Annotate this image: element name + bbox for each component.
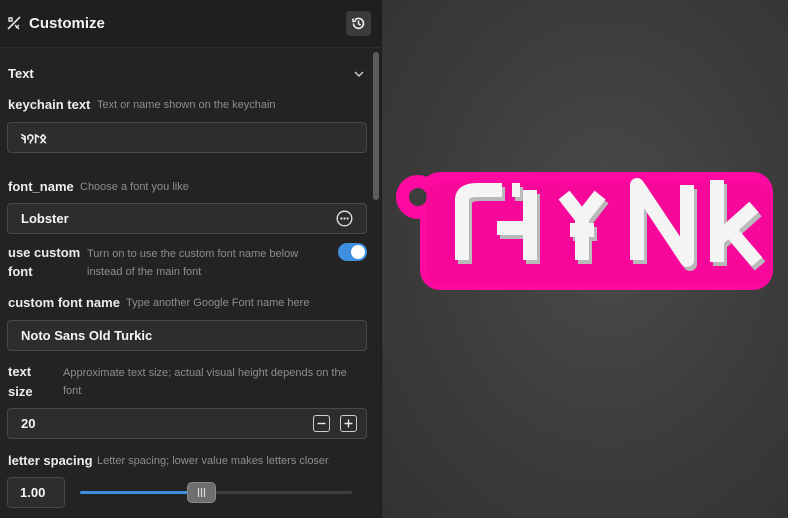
panel-scrollbar[interactable] <box>373 52 379 200</box>
font-name-value: Lobster <box>21 211 69 226</box>
grip-icon <box>197 488 206 497</box>
text-size-value: 20 <box>21 416 36 431</box>
minus-icon <box>317 422 326 425</box>
history-button[interactable] <box>346 11 371 36</box>
more-options-icon[interactable] <box>336 210 353 227</box>
custom-font-name-input[interactable]: Noto Sans Old Turkic <box>7 320 367 351</box>
text-size-label-line2: size <box>8 384 33 399</box>
increment-button[interactable] <box>340 415 357 432</box>
custom-font-name-label: custom font name <box>8 295 120 310</box>
text-size-description: Approximate text size; actual visual hei… <box>63 367 347 397</box>
letter-spacing-thumb[interactable] <box>187 482 216 503</box>
history-icon <box>352 17 365 30</box>
keychain-preview <box>396 172 773 290</box>
preview-canvas[interactable] <box>382 0 788 518</box>
customize-panel: Customize Text keychain text Text or nam… <box>0 0 382 518</box>
letter-spacing-label: letter spacing <box>8 453 93 468</box>
text-size-label-line1: text <box>8 364 32 379</box>
panel-header: Customize <box>0 0 381 48</box>
keychain-text-input[interactable]: 𐰋𐰃𐰘𐰚 <box>7 122 367 153</box>
letter-spacing-track[interactable] <box>80 491 352 494</box>
keychain-text-value: 𐰋𐰃𐰘𐰚 <box>21 132 47 146</box>
letter-spacing-fill <box>80 491 202 494</box>
plus-icon <box>344 419 353 428</box>
custom-font-name-value: Noto Sans Old Turkic <box>21 328 153 343</box>
toggle-knob <box>351 245 365 259</box>
font-name-select[interactable]: Lobster <box>7 203 367 234</box>
chevron-down-icon[interactable] <box>353 68 365 80</box>
text-size-stepper[interactable]: 20 <box>7 408 367 439</box>
tools-icon <box>7 16 21 30</box>
letter-spacing-input[interactable]: 1.00 <box>7 477 65 508</box>
letter-spacing-value: 1.00 <box>20 485 46 500</box>
font-name-description: Choose a font you like <box>80 181 189 193</box>
panel-title: Customize <box>29 15 105 32</box>
keychain-text-description: Text or name shown on the keychain <box>97 99 276 111</box>
use-custom-font-label-line2: font <box>8 264 33 279</box>
use-custom-font-label-line1: use custom <box>8 245 81 260</box>
section-title-text[interactable]: Text <box>8 66 34 81</box>
letter-spacing-description: Letter spacing; lower value makes letter… <box>97 455 329 467</box>
keychain-text-label: keychain text <box>8 97 91 112</box>
use-custom-font-toggle[interactable] <box>338 243 367 261</box>
custom-font-name-description: Type another Google Font name here <box>126 297 310 309</box>
decrement-button[interactable] <box>313 415 330 432</box>
use-custom-font-description: Turn on to use the custom font name belo… <box>87 248 299 278</box>
font-name-label: font_name <box>8 179 74 194</box>
